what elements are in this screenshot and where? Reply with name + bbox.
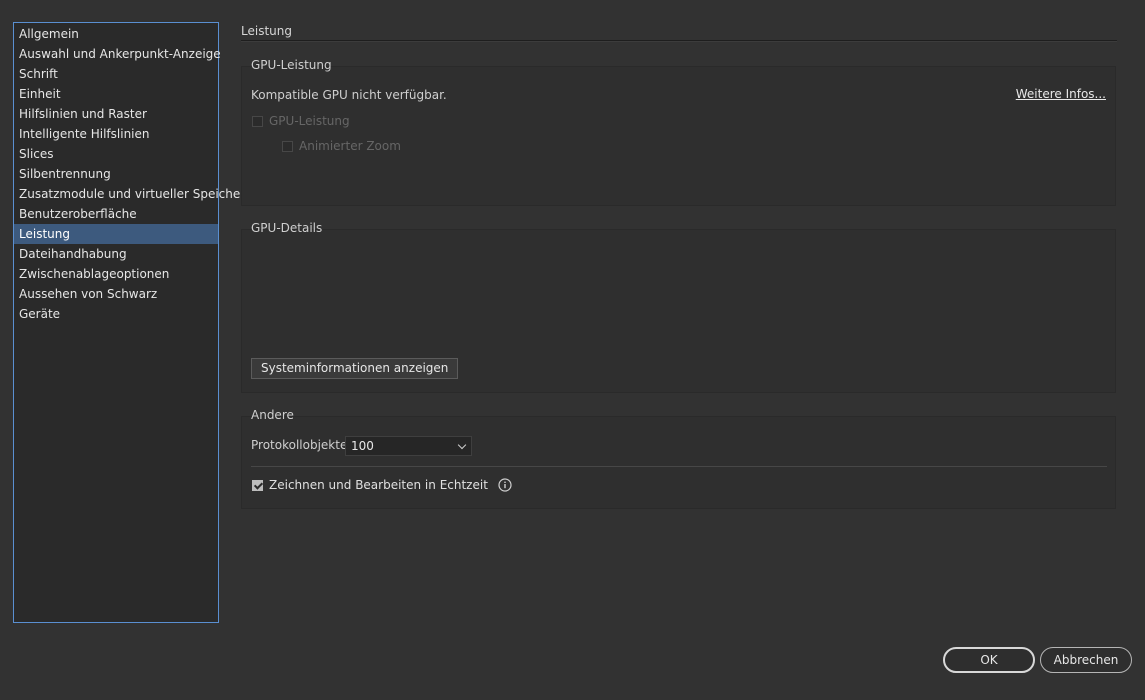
other-group: Andere Protokollobjekte: 100 Zeichnen un… — [241, 408, 1116, 509]
more-info-link[interactable]: Weitere Infos... — [1016, 87, 1106, 101]
sidebar-item-auswahl[interactable]: Auswahl und Ankerpunkt-Anzeige — [14, 44, 221, 64]
history-objects-label: Protokollobjekte: — [251, 438, 352, 452]
sidebar-item-hilfslinien[interactable]: Hilfslinien und Raster — [14, 104, 218, 124]
sidebar-item-zusatzmodule[interactable]: Zusatzmodule und virtueller Speicher — [14, 184, 245, 204]
info-icon[interactable] — [498, 478, 512, 492]
cancel-button[interactable]: Abbrechen — [1040, 647, 1132, 673]
sidebar-item-silbentrennung[interactable]: Silbentrennung — [14, 164, 218, 184]
animated-zoom-checkbox[interactable] — [282, 140, 293, 152]
realtime-drawing-checkbox-row[interactable]: Zeichnen und Bearbeiten in Echtzeit — [252, 478, 512, 492]
realtime-drawing-checkbox-label: Zeichnen und Bearbeiten in Echtzeit — [269, 478, 488, 492]
show-system-info-button[interactable]: Systeminformationen anzeigen — [251, 358, 459, 379]
realtime-drawing-checkbox[interactable] — [252, 479, 263, 491]
sidebar-item-intelligente-hilfslinien[interactable]: Intelligente Hilfslinien — [14, 124, 218, 144]
sidebar-item-schrift[interactable]: Schrift — [14, 64, 218, 84]
sidebar-item-einheit[interactable]: Einheit — [14, 84, 218, 104]
gpu-performance-checkbox-label: GPU-Leistung — [269, 114, 350, 128]
other-group-label: Andere — [251, 408, 294, 422]
sidebar-item-geraete[interactable]: Geräte — [14, 304, 218, 324]
other-group-divider — [251, 466, 1107, 467]
history-objects-value: 100 — [351, 439, 374, 453]
sidebar-item-allgemein[interactable]: Allgemein — [14, 24, 218, 44]
ok-button[interactable]: OK — [943, 647, 1035, 673]
sidebar-item-aussehen-schwarz[interactable]: Aussehen von Schwarz — [14, 284, 218, 304]
gpu-details-label: GPU-Details — [251, 221, 323, 235]
gpu-performance-group: GPU-Leistung Kompatible GPU nicht verfüg… — [241, 58, 1116, 206]
preferences-category-list[interactable]: Allgemein Auswahl und Ankerpunkt-Anzeige… — [13, 22, 245, 623]
sidebar-item-leistung[interactable]: Leistung — [14, 224, 218, 244]
gpu-group-label: GPU-Leistung — [251, 58, 332, 72]
animated-zoom-checkbox-row[interactable]: Animierter Zoom — [282, 139, 401, 153]
section-divider — [241, 40, 1117, 42]
section-title: Leistung — [241, 24, 292, 38]
gpu-performance-checkbox[interactable] — [252, 115, 263, 127]
sidebar-item-benutzeroberflaeche[interactable]: Benutzeroberfläche — [14, 204, 218, 224]
sidebar-item-dateihandhabung[interactable]: Dateihandhabung — [14, 244, 218, 264]
preferences-dialog: Allgemein Auswahl und Ankerpunkt-Anzeige… — [0, 0, 1145, 700]
chevron-down-icon — [457, 440, 467, 450]
animated-zoom-checkbox-label: Animierter Zoom — [299, 139, 401, 153]
sidebar-item-zwischenablage[interactable]: Zwischenablageoptionen — [14, 264, 218, 284]
gpu-status-text: Kompatible GPU nicht verfügbar. — [251, 88, 447, 102]
gpu-performance-checkbox-row[interactable]: GPU-Leistung — [252, 114, 350, 128]
sidebar-item-slices[interactable]: Slices — [14, 144, 218, 164]
gpu-details-group: GPU-Details Systeminformationen anzeigen — [241, 221, 1116, 393]
history-objects-select[interactable]: 100 — [345, 436, 472, 456]
